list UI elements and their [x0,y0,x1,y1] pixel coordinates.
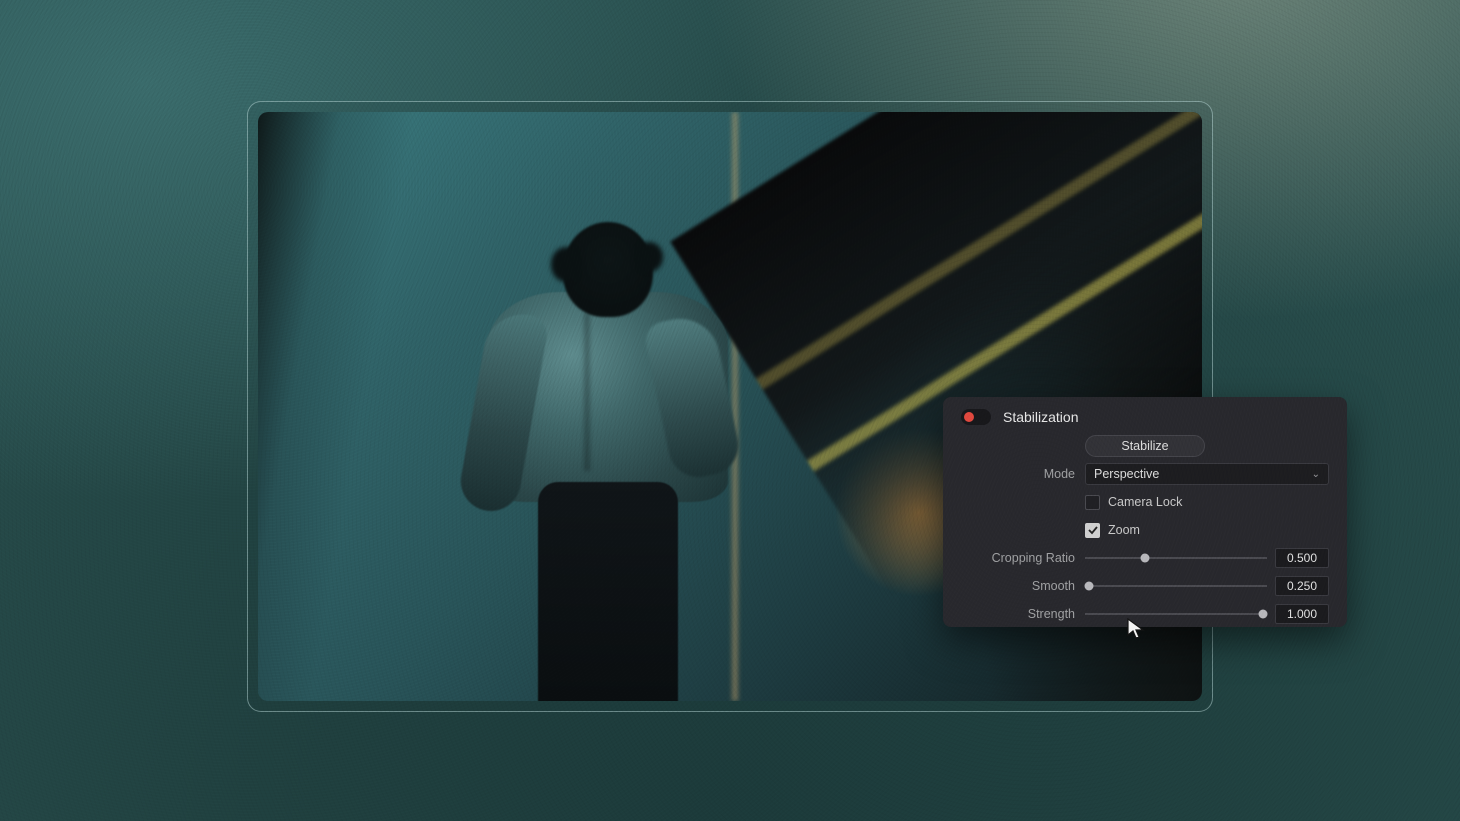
stabilization-panel: Stabilization Stabilize Mode Perspective… [943,397,1347,627]
smooth-label: Smooth [961,579,1085,593]
mode-value: Perspective [1094,467,1159,481]
strength-label: Strength [961,607,1085,621]
camera-lock-label: Camera Lock [1108,495,1182,509]
panel-title: Stabilization [1003,409,1079,425]
mode-label: Mode [961,467,1085,481]
chevron-down-icon: ⌄ [1312,469,1320,480]
camera-lock-checkbox[interactable] [1085,495,1100,510]
zoom-checkbox[interactable] [1085,523,1100,538]
strength-slider[interactable] [1085,607,1267,621]
smooth-value[interactable]: 0.250 [1275,576,1329,596]
panel-header: Stabilization [961,409,1329,425]
zoom-label: Zoom [1108,523,1140,537]
strength-value[interactable]: 1.000 [1275,604,1329,624]
mode-select[interactable]: Perspective ⌄ [1085,463,1329,485]
cropping-ratio-slider[interactable] [1085,551,1267,565]
smooth-slider[interactable] [1085,579,1267,593]
subject-figure [468,222,718,701]
cropping-ratio-label: Cropping Ratio [961,551,1085,565]
cropping-ratio-value[interactable]: 0.500 [1275,548,1329,568]
stabilization-toggle[interactable] [961,409,991,425]
stabilize-button[interactable]: Stabilize [1085,435,1205,457]
